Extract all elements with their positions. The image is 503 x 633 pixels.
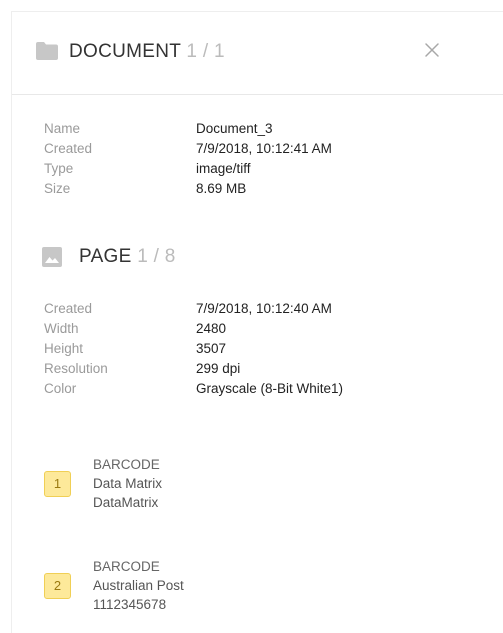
image-icon bbox=[42, 247, 62, 267]
result-symbology: Australian Post bbox=[93, 578, 184, 593]
property-row-type: Type image/tiff bbox=[44, 159, 484, 179]
result-value: 1112345678 bbox=[93, 597, 167, 612]
property-label: Size bbox=[44, 181, 71, 196]
property-label: Height bbox=[44, 341, 84, 356]
folder-icon bbox=[36, 42, 58, 60]
property-value: 2480 bbox=[196, 321, 227, 336]
document-header: DOCUMENT 1 / 1 bbox=[12, 12, 503, 95]
property-label: Width bbox=[44, 321, 79, 336]
page-title-label: PAGE bbox=[79, 246, 132, 267]
result-symbology: Data Matrix bbox=[93, 476, 163, 491]
property-value: image/tiff bbox=[196, 161, 251, 176]
property-label: Color bbox=[44, 381, 77, 396]
property-row-size: Size 8.69 MB bbox=[44, 179, 484, 199]
result-item-1[interactable]: 1 BARCODE Data Matrix DataMatrix bbox=[44, 455, 344, 521]
document-properties: Name Document_3 Created 7/9/2018, 10:12:… bbox=[44, 119, 484, 199]
page-counter: 1 / 8 bbox=[137, 246, 176, 267]
document-title: DOCUMENT 1 / 1 bbox=[69, 41, 225, 63]
result-index-badge: 1 bbox=[44, 471, 71, 497]
result-index-badge: 2 bbox=[44, 573, 71, 599]
result-kind: BARCODE bbox=[93, 559, 160, 574]
result-value: DataMatrix bbox=[93, 495, 159, 510]
property-row-resolution: Resolution 299 dpi bbox=[44, 359, 484, 379]
document-title-label: DOCUMENT bbox=[69, 41, 181, 62]
property-label: Created bbox=[44, 301, 93, 316]
property-row-name: Name Document_3 bbox=[44, 119, 484, 139]
result-details: BARCODE Australian Post 1112345678 bbox=[93, 557, 184, 614]
property-value: 7/9/2018, 10:12:41 AM bbox=[196, 141, 332, 156]
property-label: Resolution bbox=[44, 361, 108, 376]
property-value: 3507 bbox=[196, 341, 227, 356]
page-header: PAGE 1 / 8 bbox=[42, 244, 342, 270]
property-label: Name bbox=[44, 121, 81, 136]
property-row-color: Color Grayscale (8-Bit White1) bbox=[44, 379, 484, 399]
result-kind: BARCODE bbox=[93, 457, 160, 472]
document-info-panel: DOCUMENT 1 / 1 Name Document_3 Created 7… bbox=[11, 11, 503, 633]
property-row-height: Height 3507 bbox=[44, 339, 484, 359]
property-label: Type bbox=[44, 161, 74, 176]
property-value: 7/9/2018, 10:12:40 AM bbox=[196, 301, 332, 316]
property-row-created: Created 7/9/2018, 10:12:40 AM bbox=[44, 299, 484, 319]
property-value: Grayscale (8-Bit White1) bbox=[196, 381, 344, 396]
close-icon[interactable] bbox=[420, 38, 444, 62]
property-value: Document_3 bbox=[196, 121, 273, 136]
page-properties: Created 7/9/2018, 10:12:40 AM Width 2480… bbox=[44, 299, 484, 399]
result-item-2[interactable]: 2 BARCODE Australian Post 1112345678 bbox=[44, 557, 344, 623]
page-title: PAGE 1 / 8 bbox=[79, 246, 176, 268]
property-row-created: Created 7/9/2018, 10:12:41 AM bbox=[44, 139, 484, 159]
property-label: Created bbox=[44, 141, 93, 156]
document-counter: 1 / 1 bbox=[186, 41, 225, 62]
property-value: 8.69 MB bbox=[196, 181, 247, 196]
property-value: 299 dpi bbox=[196, 361, 241, 376]
result-details: BARCODE Data Matrix DataMatrix bbox=[93, 455, 162, 512]
property-row-width: Width 2480 bbox=[44, 319, 484, 339]
